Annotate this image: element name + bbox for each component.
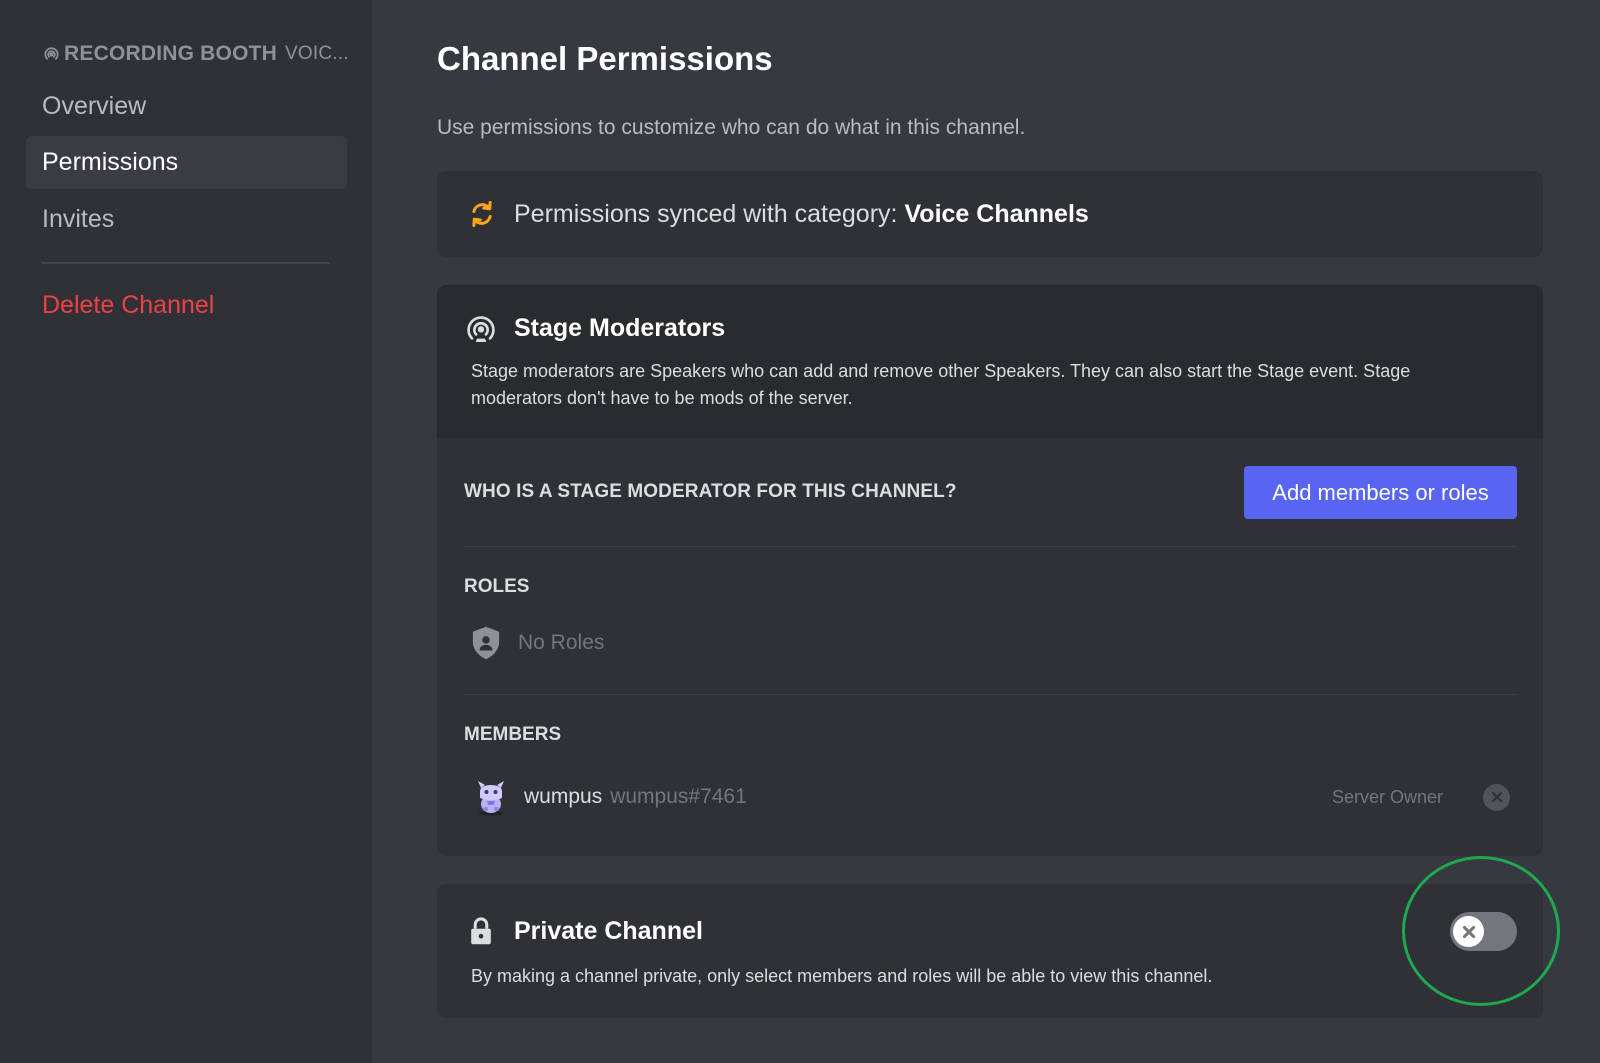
sync-icon [467, 199, 497, 229]
divider [464, 546, 1517, 547]
member-name: wumpus [524, 785, 603, 808]
stage-icon [465, 314, 497, 346]
sidebar-item-overview[interactable]: Overview [26, 80, 347, 133]
private-channel-title: Private Channel [514, 917, 703, 945]
toggle-knob [1453, 916, 1484, 947]
page-description: Use permissions to customize who can do … [437, 116, 1026, 139]
avatar [471, 777, 511, 817]
no-roles-text: No Roles [518, 631, 605, 654]
sidebar-item-label: Overview [42, 92, 147, 120]
stage-moderator-question: WHO IS A STAGE MODERATOR FOR THIS CHANNE… [464, 481, 957, 502]
settings-sidebar: RECORDING BOOTH VOIC... Overview Permiss… [0, 0, 372, 1063]
member-tag: wumpus#7461 [610, 785, 747, 808]
sidebar-channel-header: RECORDING BOOTH VOIC... [42, 42, 349, 66]
stage-channel-icon [42, 45, 61, 64]
sidebar-item-invites[interactable]: Invites [26, 193, 347, 246]
sidebar-channel-name: RECORDING BOOTH [64, 42, 277, 65]
permissions-sync-card: Permissions synced with category: Voice … [437, 171, 1543, 257]
stage-moderators-header: Stage Moderators Stage moderators are Sp… [437, 285, 1543, 438]
member-row: wumpus wumpus#7461 Server Owner [471, 777, 1517, 817]
members-section-label: MEMBERS [464, 724, 562, 745]
private-channel-card: Private Channel By making a channel priv… [437, 884, 1543, 1018]
sidebar-divider [42, 262, 330, 264]
private-channel-description: By making a channel private, only select… [471, 966, 1213, 986]
stage-moderators-title: Stage Moderators [514, 314, 726, 342]
sidebar-item-delete-channel[interactable]: Delete Channel [26, 279, 347, 332]
stage-moderators-card: Stage Moderators Stage moderators are Sp… [437, 285, 1543, 856]
remove-member-button[interactable] [1483, 783, 1510, 811]
sidebar-item-permissions[interactable]: Permissions [26, 136, 347, 189]
stage-moderators-description: Stage moderators are Speakers who can ad… [471, 361, 1411, 408]
close-icon [1491, 791, 1502, 803]
private-channel-toggle[interactable] [1450, 912, 1517, 951]
sidebar-channel-type: VOIC... [285, 43, 349, 64]
sidebar-item-label: Invites [42, 205, 115, 233]
lock-icon [469, 916, 493, 946]
close-icon [1462, 925, 1475, 938]
sync-text: Permissions synced with category: [514, 199, 898, 228]
divider [464, 694, 1517, 695]
sidebar-item-label: Delete Channel [42, 291, 215, 319]
page-title: Channel Permissions [437, 40, 773, 77]
roles-empty-state: No Roles [471, 625, 604, 661]
role-shield-icon [471, 625, 501, 661]
roles-section-label: ROLES [464, 576, 530, 597]
member-role-label: Server Owner [1331, 786, 1443, 807]
sync-category-name: Voice Channels [904, 199, 1089, 228]
add-members-or-roles-button[interactable]: Add members or roles [1244, 466, 1517, 519]
sidebar-item-label: Permissions [42, 148, 179, 176]
